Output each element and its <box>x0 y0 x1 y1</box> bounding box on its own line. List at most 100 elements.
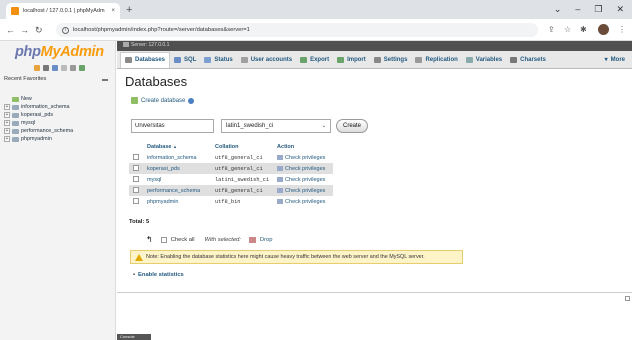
collation-select[interactable]: latin1_swedish_ci ⌄ <box>221 119 331 133</box>
privileges-icon <box>277 198 284 204</box>
create-button[interactable]: Create <box>336 119 368 133</box>
scroll-to-top-icon[interactable] <box>625 296 630 301</box>
navigation-panel: phpMyAdmin Recent Favorites New + inform… <box>0 41 116 340</box>
row-checkbox[interactable] <box>133 154 139 161</box>
reload-icon[interactable]: ↻ <box>35 24 43 36</box>
browser-tab-bar: localhost / 127.0.0.1 | phpMyAdm × + ⌄ –… <box>0 0 632 19</box>
database-link[interactable]: mysql <box>143 174 211 185</box>
reload-nav-icon[interactable] <box>79 65 85 71</box>
home-icon[interactable] <box>34 65 40 71</box>
tree-item-information-schema[interactable]: + information_schema <box>4 103 73 111</box>
tab-more[interactable]: ▾ More <box>601 52 629 68</box>
browser-tab[interactable]: localhost / 127.0.0.1 | phpMyAdm × <box>6 3 120 19</box>
forward-arrow-icon[interactable]: → <box>20 24 29 36</box>
console-toggle[interactable]: Console <box>117 334 151 340</box>
extensions-icon[interactable]: ✱ <box>580 24 587 36</box>
row-checkbox[interactable] <box>133 176 139 183</box>
collapse-all-icon[interactable] <box>102 79 108 81</box>
table-row: performance_schema utf8_general_ci Check… <box>129 185 334 196</box>
back-arrow-icon[interactable]: ← <box>6 24 15 36</box>
tab-variables[interactable]: Variables <box>462 52 506 68</box>
statistics-notice: Note: Enabling the database statistics h… <box>130 250 463 264</box>
tab-settings[interactable]: Settings <box>370 52 412 68</box>
tab-status[interactable]: Status <box>200 52 236 68</box>
tab-databases[interactable]: Databases <box>120 51 171 68</box>
chevron-down-icon: ▾ <box>604 57 608 63</box>
database-name-input[interactable] <box>131 119 214 133</box>
tab-user-accounts[interactable]: User accounts <box>237 52 296 68</box>
share-icon[interactable]: ⇪ <box>548 24 555 36</box>
check-privileges-link[interactable]: Check privileges <box>273 174 334 185</box>
restore-button[interactable]: ❐ <box>594 2 602 16</box>
tree-item-new[interactable]: New <box>4 95 73 103</box>
table-row: koperasi_pds utf8_general_ci Check privi… <box>129 163 334 174</box>
expand-icon[interactable]: + <box>4 128 10 134</box>
database-link[interactable]: phpmyadmin <box>143 196 211 207</box>
menu-kebab-icon[interactable]: ⋮ <box>618 24 626 36</box>
expand-icon[interactable]: + <box>4 104 10 110</box>
tab-charsets[interactable]: Charsets <box>506 52 550 68</box>
row-checkbox[interactable] <box>133 198 139 205</box>
tree-item-performance-schema[interactable]: + performance_schema <box>4 127 73 135</box>
column-header-action: Action <box>273 142 334 152</box>
tab-close-icon[interactable]: × <box>111 8 115 14</box>
collation-cell: utf8_general_ci <box>211 185 274 196</box>
chevron-down-icon[interactable]: ⌄ <box>554 2 562 16</box>
logout-icon[interactable] <box>43 65 49 71</box>
wrench-icon <box>373 56 381 63</box>
tree-item-mysql[interactable]: + mysql <box>4 119 73 127</box>
variables-icon <box>465 56 473 63</box>
chevron-down-icon: ⌄ <box>321 123 326 129</box>
database-link[interactable]: performance_schema <box>143 185 211 196</box>
check-privileges-link[interactable]: Check privileges <box>273 152 334 163</box>
recent-favorites-tabs[interactable]: Recent Favorites <box>4 76 46 82</box>
warning-icon <box>135 253 143 261</box>
column-header-database[interactable]: Database ▲ <box>143 142 211 152</box>
new-tab-button[interactable]: + <box>126 3 132 17</box>
replication-icon <box>415 56 423 63</box>
total-count: Total: 5 <box>129 219 150 225</box>
database-link[interactable]: information_schema <box>143 152 211 163</box>
minimize-button[interactable]: – <box>575 2 580 16</box>
url-field[interactable]: i localhost/phpmyadmin/index.php?route=/… <box>56 23 538 37</box>
check-privileges-link[interactable]: Check privileges <box>273 185 334 196</box>
enable-statistics-link[interactable]: • Enable statistics <box>133 272 184 278</box>
databases-table: Database ▲ Collation Action information_… <box>129 142 334 207</box>
database-link[interactable]: koperasi_pds <box>143 163 211 174</box>
expand-icon[interactable]: + <box>4 136 10 142</box>
star-icon[interactable]: ☆ <box>564 24 571 36</box>
info-icon[interactable]: i <box>62 26 69 34</box>
profile-avatar[interactable] <box>598 24 609 35</box>
column-header-collation[interactable]: Collation <box>211 142 274 152</box>
sql-docs-icon[interactable] <box>61 65 67 71</box>
tree-item-phpmyadmin[interactable]: + phpmyadmin <box>4 135 73 143</box>
tree-item-koperasi-pds[interactable]: + koperasi_pds <box>4 111 73 119</box>
expand-icon[interactable]: + <box>4 112 10 118</box>
browser-tab-title: localhost / 127.0.0.1 | phpMyAdm <box>23 8 105 14</box>
arrow-up-left-icon: ↰ <box>146 235 153 244</box>
row-checkbox[interactable] <box>133 165 139 172</box>
database-icon <box>12 136 19 142</box>
close-window-button[interactable]: ✕ <box>616 2 624 16</box>
database-add-icon <box>131 97 138 104</box>
phpmyadmin-logo[interactable]: phpMyAdmin <box>15 44 104 60</box>
breadcrumb[interactable]: Server: 127.0.0.1 <box>123 42 169 48</box>
row-checkbox[interactable] <box>133 187 139 194</box>
tab-import[interactable]: Import <box>333 52 370 68</box>
table-header-row: Database ▲ Collation Action <box>129 142 334 152</box>
check-privileges-link[interactable]: Check privileges <box>273 163 334 174</box>
docs-icon[interactable] <box>52 65 58 71</box>
check-all-label[interactable]: Check all <box>171 237 195 243</box>
drop-icon[interactable] <box>248 236 256 243</box>
tab-replication[interactable]: Replication <box>411 52 461 68</box>
table-row: mysql latin1_swedish_ci Check privileges <box>129 174 334 185</box>
check-all-checkbox[interactable] <box>160 236 167 243</box>
check-privileges-link[interactable]: Check privileges <box>273 196 334 207</box>
settings-gear-icon[interactable] <box>70 65 76 71</box>
drop-button[interactable]: Drop <box>260 237 273 243</box>
expand-icon[interactable]: + <box>4 120 10 126</box>
tab-sql[interactable]: SQL <box>170 52 200 68</box>
bulk-actions: ↰ Check all With selected: Drop <box>146 235 272 244</box>
tab-export[interactable]: Export <box>296 52 333 68</box>
help-icon[interactable] <box>188 97 195 104</box>
